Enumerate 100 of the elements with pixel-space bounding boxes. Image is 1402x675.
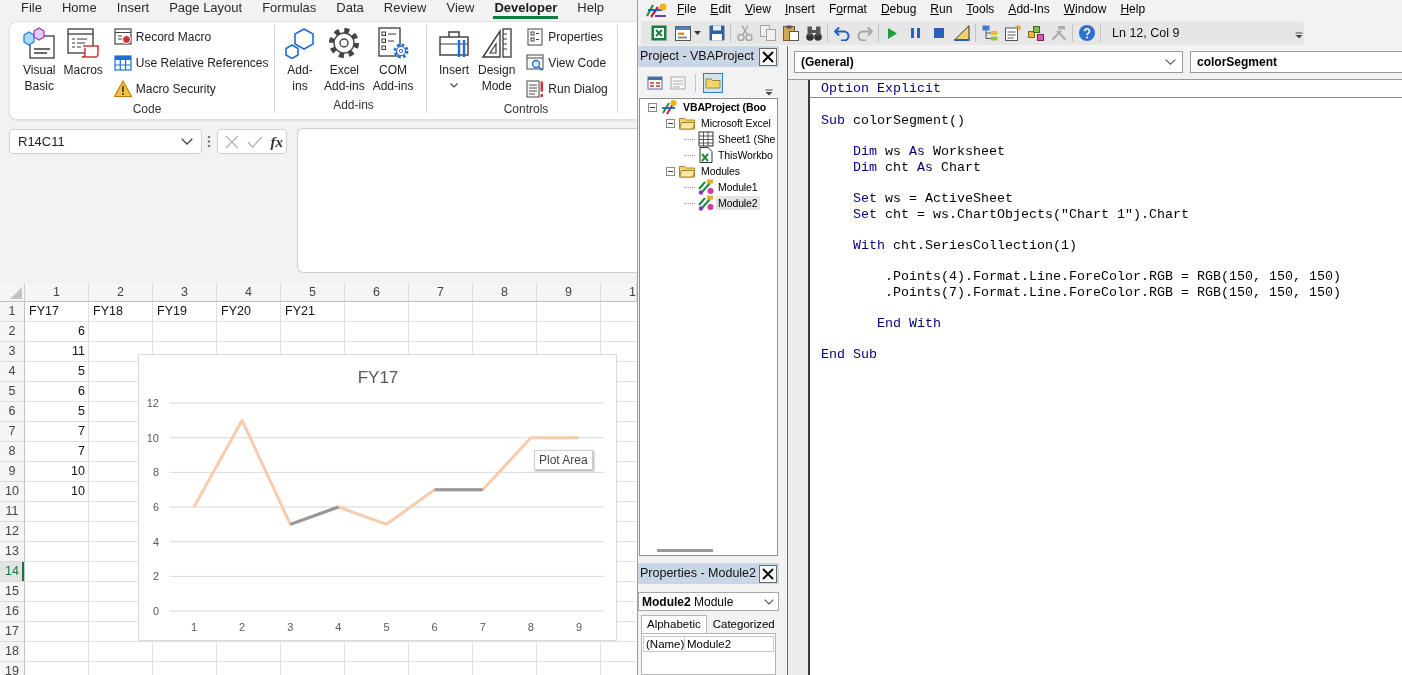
menu-item[interactable]: Debug <box>873 0 924 19</box>
ribbon-button[interactable]: Record Macro <box>111 24 271 50</box>
ribbon-tab[interactable]: Review <box>373 0 437 20</box>
ribbon-button[interactable]: Run Dialog <box>524 76 610 102</box>
ribbon-tab[interactable]: Page Layout <box>159 0 253 20</box>
ribbon-tab[interactable]: View <box>436 0 485 20</box>
column-header[interactable]: 6 <box>345 283 409 302</box>
play-icon[interactable] <box>888 27 897 39</box>
column-header[interactable]: 7 <box>409 283 473 302</box>
column-header[interactable]: 5 <box>281 283 345 302</box>
row-header[interactable]: 18 <box>0 642 25 662</box>
app-icon[interactable] <box>646 1 667 18</box>
stop-icon[interactable] <box>933 28 944 38</box>
ribbon-button[interactable]: Design Mode <box>475 25 519 102</box>
spreadsheet-icon[interactable] <box>650 25 667 41</box>
row-header[interactable]: 16 <box>0 602 25 622</box>
help-icon[interactable] <box>1078 25 1095 41</box>
tree-item[interactable]: ThisWorkbo <box>716 148 775 162</box>
menu-item[interactable]: Window <box>1056 0 1114 19</box>
row-header[interactable]: 4 <box>0 362 25 382</box>
tree-item[interactable]: Modules <box>699 164 742 178</box>
tree-item[interactable]: Sheet1 (She <box>716 132 778 146</box>
row-header[interactable]: 15 <box>0 582 25 602</box>
menu-item[interactable]: Edit <box>703 0 739 19</box>
row-header[interactable]: 10 <box>0 482 25 502</box>
row-header[interactable]: 19 <box>0 662 25 675</box>
properties-tab[interactable]: Categorized <box>706 615 781 633</box>
ribbon-button[interactable]: Excel Add-ins <box>321 25 368 98</box>
tree-item[interactable]: Module2 <box>716 196 760 210</box>
row-header[interactable]: 1 <box>0 302 25 322</box>
close-icon[interactable] <box>759 47 777 66</box>
ribbon-tab[interactable]: Insert <box>106 0 160 20</box>
ribbon-button[interactable]: Use Relative References <box>111 50 271 76</box>
ribbon-tab[interactable]: File <box>11 0 52 20</box>
folder-icon[interactable] <box>703 72 723 93</box>
name-box[interactable]: R14C11 <box>9 129 202 154</box>
column-header[interactable]: 1 <box>601 283 637 302</box>
project-tree-icon[interactable] <box>981 25 998 41</box>
object-browser-icon[interactable] <box>1027 25 1044 41</box>
row-header[interactable]: 14 <box>0 562 25 582</box>
row-header[interactable]: 7 <box>0 422 25 442</box>
property-value[interactable]: Module2 <box>685 636 774 652</box>
undo-icon[interactable] <box>833 25 850 41</box>
ribbon-button[interactable]: Macros <box>60 25 106 102</box>
column-header[interactable]: 9 <box>537 283 601 302</box>
tree-item[interactable]: Microsoft Excel <box>699 116 773 130</box>
tree-item[interactable]: Module1 <box>716 180 760 194</box>
column-header[interactable]: 8 <box>473 283 537 302</box>
ribbon-tab[interactable]: Data <box>326 0 374 20</box>
close-icon[interactable] <box>759 564 777 583</box>
menu-item[interactable]: File <box>670 0 704 19</box>
pause-icon[interactable] <box>911 28 920 38</box>
properties-tab[interactable]: Alphabetic <box>641 615 707 633</box>
row-header[interactable]: 17 <box>0 622 25 642</box>
menu-item[interactable]: Format <box>821 0 874 19</box>
menu-item[interactable]: Add-Ins <box>1001 0 1057 19</box>
ribbon-button[interactable]: Macro Security <box>111 76 271 102</box>
object-dropdown[interactable]: Module2 Module <box>638 592 779 611</box>
insert-function-button[interactable]: fx <box>270 132 283 151</box>
ribbon-tab[interactable]: Formulas <box>252 0 327 20</box>
binoculars-icon[interactable] <box>805 25 822 41</box>
menu-item[interactable]: Tools <box>959 0 1002 19</box>
form-icon[interactable] <box>674 25 691 41</box>
ribbon-tab[interactable]: Home <box>51 0 107 20</box>
ribbon-button[interactable]: COM Add-ins <box>369 25 417 98</box>
object-combo[interactable]: (General) <box>794 51 1183 73</box>
menu-item[interactable]: Run <box>923 0 960 19</box>
menu-item[interactable]: View <box>738 0 778 19</box>
row-header[interactable]: 8 <box>0 442 25 462</box>
column-header[interactable]: 2 <box>89 283 153 302</box>
expander-icon[interactable] <box>666 166 675 176</box>
menu-item[interactable]: Insert <box>777 0 822 19</box>
row-header[interactable]: 11 <box>0 502 25 522</box>
procedure-combo[interactable]: colorSegment <box>1190 51 1402 73</box>
menu-item[interactable]: Help <box>1113 0 1153 19</box>
ribbon-button[interactable]: Properties <box>524 24 610 50</box>
row-header[interactable]: 5 <box>0 382 25 402</box>
expander-icon[interactable] <box>666 118 675 128</box>
caret-icon[interactable] <box>693 31 701 35</box>
tree-item[interactable]: VBAProject (Boo <box>681 100 769 114</box>
formula-input[interactable] <box>297 128 637 273</box>
row-header[interactable]: 3 <box>0 342 25 362</box>
properties-window-icon[interactable] <box>1004 25 1021 41</box>
ribbon-button[interactable]: Visual Basic <box>20 25 59 102</box>
chevron-down-icon[interactable] <box>1165 59 1176 65</box>
row-header[interactable]: 9 <box>0 462 25 482</box>
expander-icon[interactable] <box>648 102 657 112</box>
clipboard-icon[interactable] <box>782 25 799 41</box>
ribbon-tab[interactable]: Help <box>567 0 615 20</box>
ribbon-button[interactable]: Insert <box>435 25 473 102</box>
row-header[interactable]: 12 <box>0 522 25 542</box>
more-icon[interactable] <box>207 135 211 148</box>
save-icon[interactable] <box>708 25 725 41</box>
ribbon-button[interactable]: Add- ins <box>281 25 319 98</box>
row-header[interactable]: 6 <box>0 402 25 422</box>
row-header[interactable]: 2 <box>0 322 25 342</box>
chevron-down-icon[interactable] <box>181 138 193 145</box>
chevron-down-icon[interactable] <box>764 598 774 605</box>
scrollbar-thumb[interactable] <box>657 548 713 552</box>
ribbon-button[interactable]: View Code <box>524 50 610 76</box>
